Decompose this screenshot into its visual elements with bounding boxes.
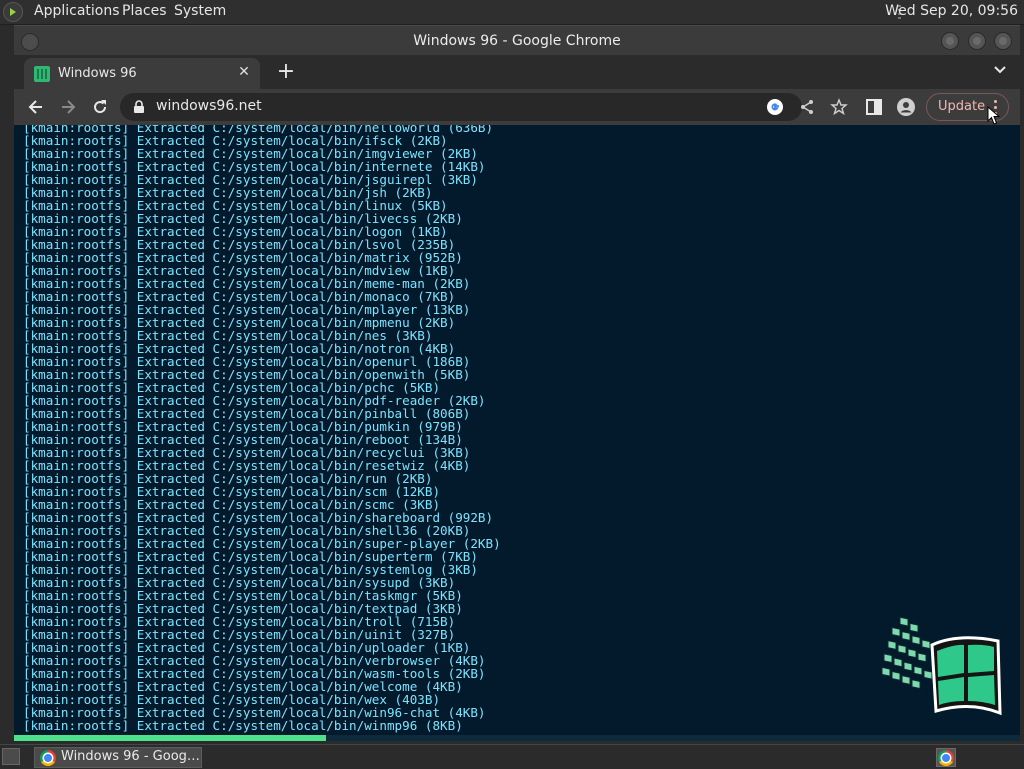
maximize-button[interactable] [968, 32, 986, 50]
bottom-taskbar: Windows 96 - Goog… [0, 744, 1024, 769]
tab-strip: Windows 96 ✕ + [14, 55, 1020, 89]
chrome-tray-icon [938, 750, 954, 766]
reload-icon[interactable] [90, 97, 110, 117]
window-title: Windows 96 - Google Chrome [413, 33, 621, 49]
applications-menu[interactable]: Applications [34, 3, 120, 19]
update-label: Update [938, 99, 986, 114]
forward-arrow-icon[interactable] [58, 97, 78, 117]
browser-toolbar: windows96.net Update [14, 89, 1020, 125]
log-line-prefix: [kmain:rootfs] Extracted C:/system/local… [23, 718, 365, 733]
tab-windows96[interactable]: Windows 96 ✕ [24, 58, 260, 89]
distro-logo-icon[interactable] [3, 2, 23, 22]
window-menu-icon[interactable] [21, 33, 39, 51]
url-text[interactable]: windows96.net [156, 98, 262, 114]
mouse-pointer-icon [987, 106, 1001, 125]
taskbar-item-label: Windows 96 - Goog… [61, 749, 200, 764]
log-line-file: winmp96 (8KB) [364, 718, 463, 733]
tray-chrome-launcher[interactable] [936, 748, 956, 767]
close-window-button[interactable] [994, 32, 1012, 50]
chrome-icon [40, 750, 56, 766]
top-panel: Applications Places System Wed Sep 20, 0… [0, 0, 1024, 25]
tab-search-chevron-icon[interactable] [992, 62, 1008, 78]
address-bar[interactable]: windows96.net [120, 93, 848, 121]
back-arrow-icon[interactable] [26, 97, 46, 117]
windows96-logo-icon [881, 616, 1002, 716]
show-desktop-icon[interactable] [2, 748, 20, 765]
lock-icon[interactable] [132, 100, 146, 114]
side-panel-icon[interactable] [864, 97, 884, 117]
places-menu[interactable]: Places [122, 3, 167, 19]
log-line: [kmain:rootfs] Extracted C:/system/local… [23, 719, 501, 732]
minimize-button[interactable] [941, 32, 959, 50]
tab-close-icon[interactable]: ✕ [236, 64, 252, 80]
system-menu[interactable]: System [174, 3, 226, 19]
windows96-favicon-icon [34, 66, 50, 82]
boot-log: [kmain:rootfs] Extracted C:/system/local… [23, 125, 501, 732]
share-icon[interactable] [798, 98, 816, 116]
profile-avatar-icon[interactable] [896, 97, 916, 117]
new-tab-button[interactable]: + [274, 60, 298, 84]
loading-progress-fill [14, 735, 326, 741]
taskbar-item-chrome[interactable]: Windows 96 - Goog… [34, 747, 202, 768]
tab-title: Windows 96 [58, 66, 137, 81]
clock[interactable]: Wed Sep 20, 09:56 [885, 3, 1018, 19]
page-content: [kmain:rootfs] Extracted C:/system/local… [14, 125, 1020, 735]
bookmark-star-icon[interactable] [830, 98, 848, 116]
google-lens-icon[interactable] [766, 98, 784, 116]
loading-progress-bar [14, 735, 1020, 741]
window-titlebar[interactable]: Windows 96 - Google Chrome [14, 25, 1020, 56]
